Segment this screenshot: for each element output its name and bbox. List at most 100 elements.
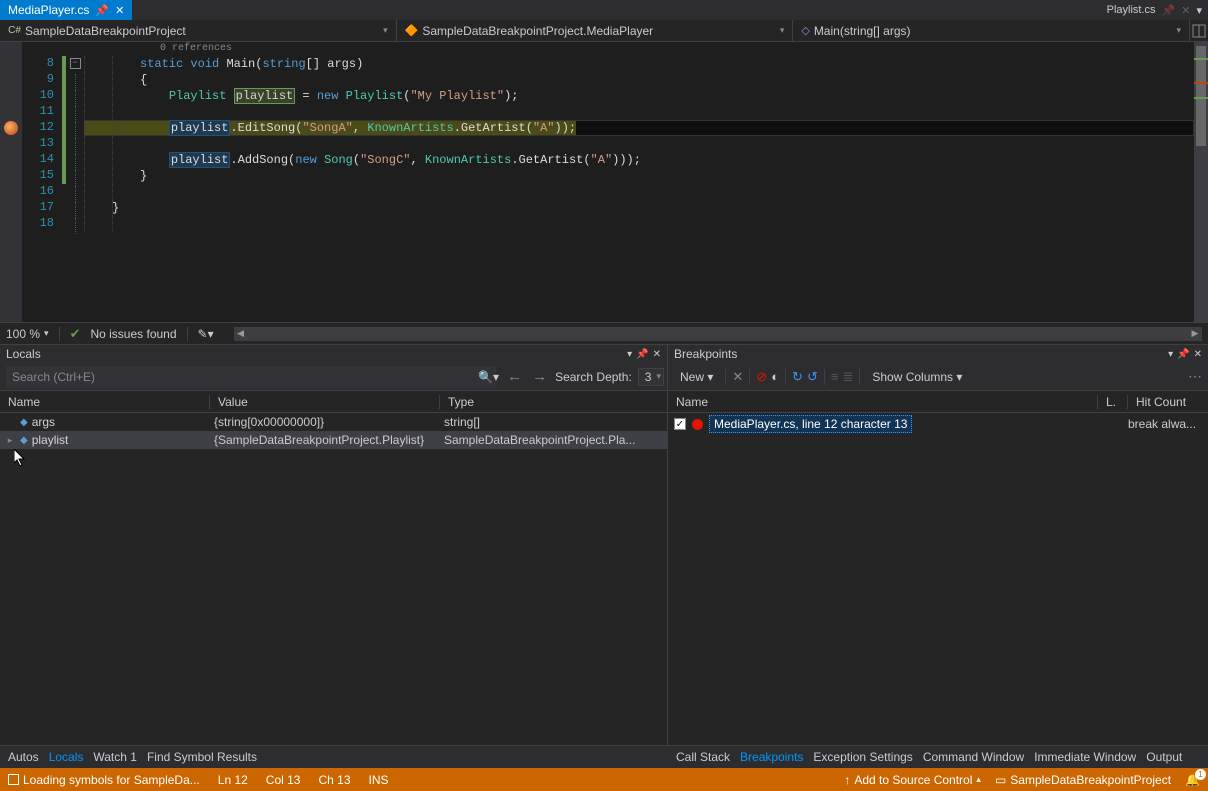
code-line[interactable] bbox=[84, 184, 1194, 200]
code-line[interactable]: static void Main(string[] args) bbox=[84, 56, 1194, 72]
line-number-gutter: 89101112131415161718 bbox=[22, 42, 62, 322]
code-line[interactable] bbox=[84, 216, 1194, 232]
show-columns-button[interactable]: Show Columns ▾ bbox=[866, 368, 968, 386]
horizontal-scrollbar[interactable]: ◀ ▶ bbox=[234, 327, 1202, 341]
arrow-left-icon[interactable]: ← bbox=[505, 368, 524, 385]
fold-gutter[interactable]: − bbox=[66, 42, 84, 322]
code-line[interactable]: playlist.EditSong("SongA", KnownArtists.… bbox=[84, 120, 1194, 136]
table-row[interactable]: ✓MediaPlayer.cs, line 12 character 13bre… bbox=[668, 413, 1208, 435]
code-editor[interactable]: 89101112131415161718 − 0 references stat… bbox=[0, 42, 1208, 322]
code-line[interactable]: Playlist playlist = new Playlist("My Pla… bbox=[84, 88, 1194, 104]
status-project[interactable]: ▭ SampleDataBreakpointProject bbox=[995, 773, 1171, 787]
col-value[interactable]: Value bbox=[210, 395, 440, 409]
arrow-right-icon[interactable]: → bbox=[530, 368, 549, 385]
nav-project[interactable]: C# SampleDataBreakpointProject ▾ bbox=[0, 20, 397, 41]
breakpoint-text[interactable]: MediaPlayer.cs, line 12 character 13 bbox=[709, 415, 912, 433]
panel-tab[interactable]: Immediate Window bbox=[1034, 750, 1136, 764]
code-line[interactable] bbox=[84, 136, 1194, 152]
panel-tab[interactable]: Breakpoints bbox=[740, 750, 803, 764]
notifications[interactable]: 🔔 1 bbox=[1185, 773, 1200, 787]
close-icon[interactable]: ✕ bbox=[1194, 349, 1202, 360]
pin-icon[interactable]: 📌 bbox=[95, 4, 109, 17]
line-number: 11 bbox=[22, 104, 54, 120]
preview-pin-icon[interactable]: 📌 bbox=[1162, 4, 1176, 17]
nav-class[interactable]: 🔶 SampleDataBreakpointProject.MediaPlaye… bbox=[397, 20, 794, 41]
panel-tab[interactable]: Watch 1 bbox=[93, 750, 137, 764]
breakpoints-columns[interactable]: Name L. Hit Count bbox=[668, 391, 1208, 413]
close-icon[interactable]: ✕ bbox=[1181, 4, 1190, 17]
tab-active[interactable]: MediaPlayer.cs 📌 ✕ bbox=[0, 0, 132, 20]
csharp-project-icon: C# bbox=[8, 24, 21, 37]
table-row[interactable]: ▸◆playlist{SampleDataBreakpointProject.P… bbox=[0, 431, 667, 449]
panel-tab[interactable]: Locals bbox=[49, 750, 84, 764]
editor-status-bar: 100 % ▾ ✔ No issues found ✎▾ ◀ ▶ bbox=[0, 322, 1208, 344]
search-input[interactable]: Search (Ctrl+E) bbox=[6, 366, 496, 388]
window-position-icon[interactable]: ▾ bbox=[1168, 349, 1173, 360]
code-line[interactable]: { bbox=[84, 72, 1194, 88]
scroll-thumb[interactable] bbox=[1196, 46, 1206, 146]
code-line[interactable]: } bbox=[84, 168, 1194, 184]
delete-icon[interactable]: ✕ bbox=[732, 369, 743, 385]
window-position-icon[interactable]: ▾ bbox=[627, 349, 632, 360]
code-line[interactable] bbox=[84, 104, 1194, 120]
tab-background[interactable]: Playlist.cs bbox=[1107, 4, 1156, 16]
delete-all-breakpoints-icon[interactable]: ⊘ bbox=[756, 369, 767, 385]
export-icon[interactable]: ↻ bbox=[792, 369, 803, 385]
col-name[interactable]: Name bbox=[668, 395, 1098, 409]
new-breakpoint-button[interactable]: New ▾ bbox=[674, 368, 719, 386]
nav-method[interactable]: ◇ Main(string[] args) ▾ bbox=[793, 20, 1190, 41]
col-type[interactable]: Type bbox=[440, 395, 667, 409]
col-labels[interactable]: L. bbox=[1098, 395, 1128, 409]
scroll-right-icon[interactable]: ▶ bbox=[1188, 328, 1202, 339]
breakpoints-panel: Breakpoints ▾ 📌 ✕ New ▾ ✕ ⊘ ◐ ↻ ↺ ≡ ≣ Sh… bbox=[668, 344, 1208, 745]
pin-icon[interactable]: 📌 bbox=[636, 349, 648, 360]
code-area[interactable]: 0 references static void Main(string[] a… bbox=[84, 42, 1194, 322]
expander-icon[interactable]: ▸ bbox=[4, 435, 16, 446]
go-to-disasm-icon[interactable]: ≣ bbox=[842, 369, 853, 385]
col-hitcount[interactable]: Hit Count bbox=[1128, 395, 1208, 409]
table-row[interactable]: ◆args{string[0x00000000]}string[] bbox=[0, 413, 667, 431]
search-icon[interactable]: 🔍▾ bbox=[478, 370, 499, 384]
chevron-down-icon[interactable]: ▾ bbox=[780, 25, 785, 36]
breakpoint-gutter[interactable] bbox=[0, 42, 22, 322]
status-char[interactable]: Ch 13 bbox=[318, 773, 350, 787]
code-line[interactable]: playlist.AddSong(new Song("SongC", Known… bbox=[84, 152, 1194, 168]
panel-tab[interactable]: Find Symbol Results bbox=[147, 750, 257, 764]
close-icon[interactable]: ✕ bbox=[653, 349, 661, 360]
panel-titlebar[interactable]: Locals ▾ 📌 ✕ bbox=[0, 345, 667, 363]
add-source-control[interactable]: ↑ Add to Source Control ▴ bbox=[844, 773, 981, 787]
status-ins[interactable]: INS bbox=[369, 773, 389, 787]
chevron-down-icon[interactable]: ▾ bbox=[656, 371, 661, 382]
code-line[interactable]: } bbox=[84, 200, 1194, 216]
fold-minus-icon[interactable]: − bbox=[70, 58, 81, 69]
overflow-icon[interactable]: ⋯ bbox=[1188, 368, 1202, 385]
col-name[interactable]: Name bbox=[0, 395, 210, 409]
codelens[interactable]: 0 references bbox=[84, 42, 1194, 56]
close-icon[interactable]: ✕ bbox=[115, 4, 124, 17]
pin-icon[interactable]: 📌 bbox=[1177, 349, 1189, 360]
chevron-down-icon[interactable]: ▾ bbox=[44, 328, 49, 339]
checkbox[interactable]: ✓ bbox=[674, 418, 686, 430]
status-line[interactable]: Ln 12 bbox=[218, 773, 248, 787]
vertical-scrollbar[interactable] bbox=[1194, 42, 1208, 322]
tab-overflow-icon[interactable]: ▾ bbox=[1196, 4, 1202, 17]
chevron-down-icon[interactable]: ▾ bbox=[383, 25, 388, 36]
brush-icon[interactable]: ✎▾ bbox=[198, 327, 214, 341]
panel-tab[interactable]: Call Stack bbox=[676, 750, 730, 764]
go-to-source-icon[interactable]: ≡ bbox=[831, 369, 839, 384]
var-name: playlist bbox=[32, 433, 69, 447]
scroll-left-icon[interactable]: ◀ bbox=[234, 328, 248, 339]
status-col[interactable]: Col 13 bbox=[266, 773, 301, 787]
breakpoint-marker[interactable] bbox=[4, 121, 18, 135]
panel-titlebar[interactable]: Breakpoints ▾ 📌 ✕ bbox=[668, 345, 1208, 363]
panel-tab[interactable]: Output bbox=[1146, 750, 1182, 764]
split-editor-icon[interactable] bbox=[1190, 20, 1208, 41]
zoom-control[interactable]: 100 % ▾ bbox=[6, 327, 49, 341]
import-icon[interactable]: ↺ bbox=[807, 369, 818, 385]
panel-tab[interactable]: Command Window bbox=[923, 750, 1024, 764]
chevron-down-icon[interactable]: ▾ bbox=[1176, 25, 1181, 36]
panel-tab[interactable]: Exception Settings bbox=[813, 750, 912, 764]
panel-tab[interactable]: Autos bbox=[8, 750, 39, 764]
toggle-all-breakpoints-icon[interactable]: ◐ bbox=[771, 369, 779, 384]
locals-columns[interactable]: Name Value Type bbox=[0, 391, 667, 413]
